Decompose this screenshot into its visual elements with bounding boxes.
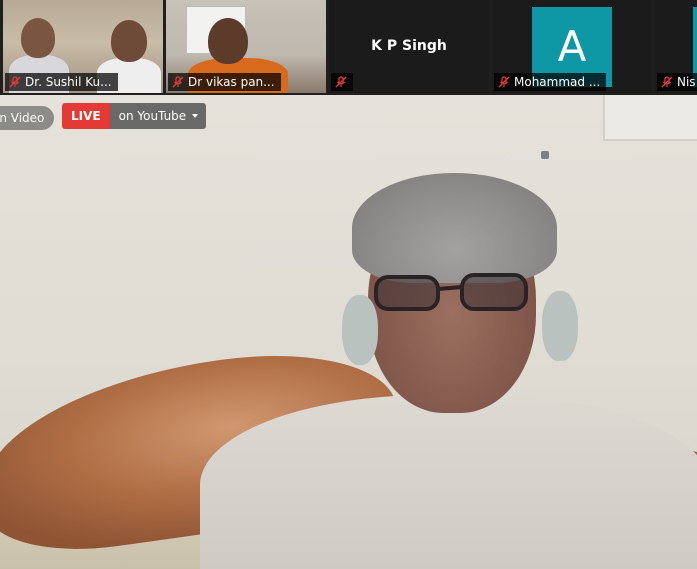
pin-video-label: in Video bbox=[0, 111, 45, 125]
live-on-youtube-button[interactable]: LIVE on YouTube bbox=[62, 103, 207, 129]
participant-name-label: Mohammad ... bbox=[494, 73, 607, 91]
main-video[interactable] bbox=[0, 95, 697, 569]
participant-name-label: Dr. Sushil Ku... bbox=[5, 73, 118, 91]
participant-strip: Dr. Sushil Ku... Dr vikas pan... K P Sin… bbox=[0, 0, 697, 95]
participant-name-label: Nis bbox=[657, 73, 697, 91]
mic-muted-icon bbox=[498, 76, 510, 88]
live-target-label: on YouTube bbox=[118, 109, 187, 123]
participant-tile-5[interactable]: Nis bbox=[655, 0, 697, 93]
participant-tile-3[interactable]: K P Singh bbox=[329, 0, 489, 93]
pin-video-button[interactable]: in Video bbox=[0, 106, 55, 130]
participant-name: Dr vikas pan... bbox=[188, 75, 275, 89]
participant-tile-1[interactable]: Dr. Sushil Ku... bbox=[3, 0, 163, 93]
participant-1-head-a bbox=[21, 18, 55, 58]
participant-2-head bbox=[208, 18, 248, 64]
participant-name-label: Dr vikas pan... bbox=[168, 73, 281, 91]
speaker-hair bbox=[352, 173, 557, 283]
participant-tile-2[interactable]: Dr vikas pan... bbox=[166, 0, 326, 93]
chevron-down-icon[interactable] bbox=[192, 114, 199, 118]
participant-name-label bbox=[331, 73, 353, 91]
speaker-kurta bbox=[200, 395, 697, 569]
participant-name: Nis bbox=[677, 75, 696, 89]
mic-muted-icon bbox=[9, 76, 21, 88]
participant-name: Mohammad ... bbox=[514, 75, 601, 89]
participant-1-head-b bbox=[111, 20, 147, 62]
mic-muted-icon bbox=[172, 76, 184, 88]
speaker-glasses bbox=[374, 273, 528, 311]
headphone-right bbox=[542, 291, 578, 361]
participant-display-name: K P Singh bbox=[371, 38, 447, 54]
live-target[interactable]: on YouTube bbox=[109, 103, 207, 129]
participant-name: Dr. Sushil Ku... bbox=[25, 75, 112, 89]
mic-muted-icon bbox=[335, 76, 347, 88]
live-badge: LIVE bbox=[62, 103, 110, 129]
participant-tile-4[interactable]: A Mohammad ... bbox=[492, 0, 652, 93]
wall-fixture bbox=[541, 151, 549, 159]
mic-muted-icon bbox=[661, 76, 673, 88]
window bbox=[603, 95, 697, 141]
